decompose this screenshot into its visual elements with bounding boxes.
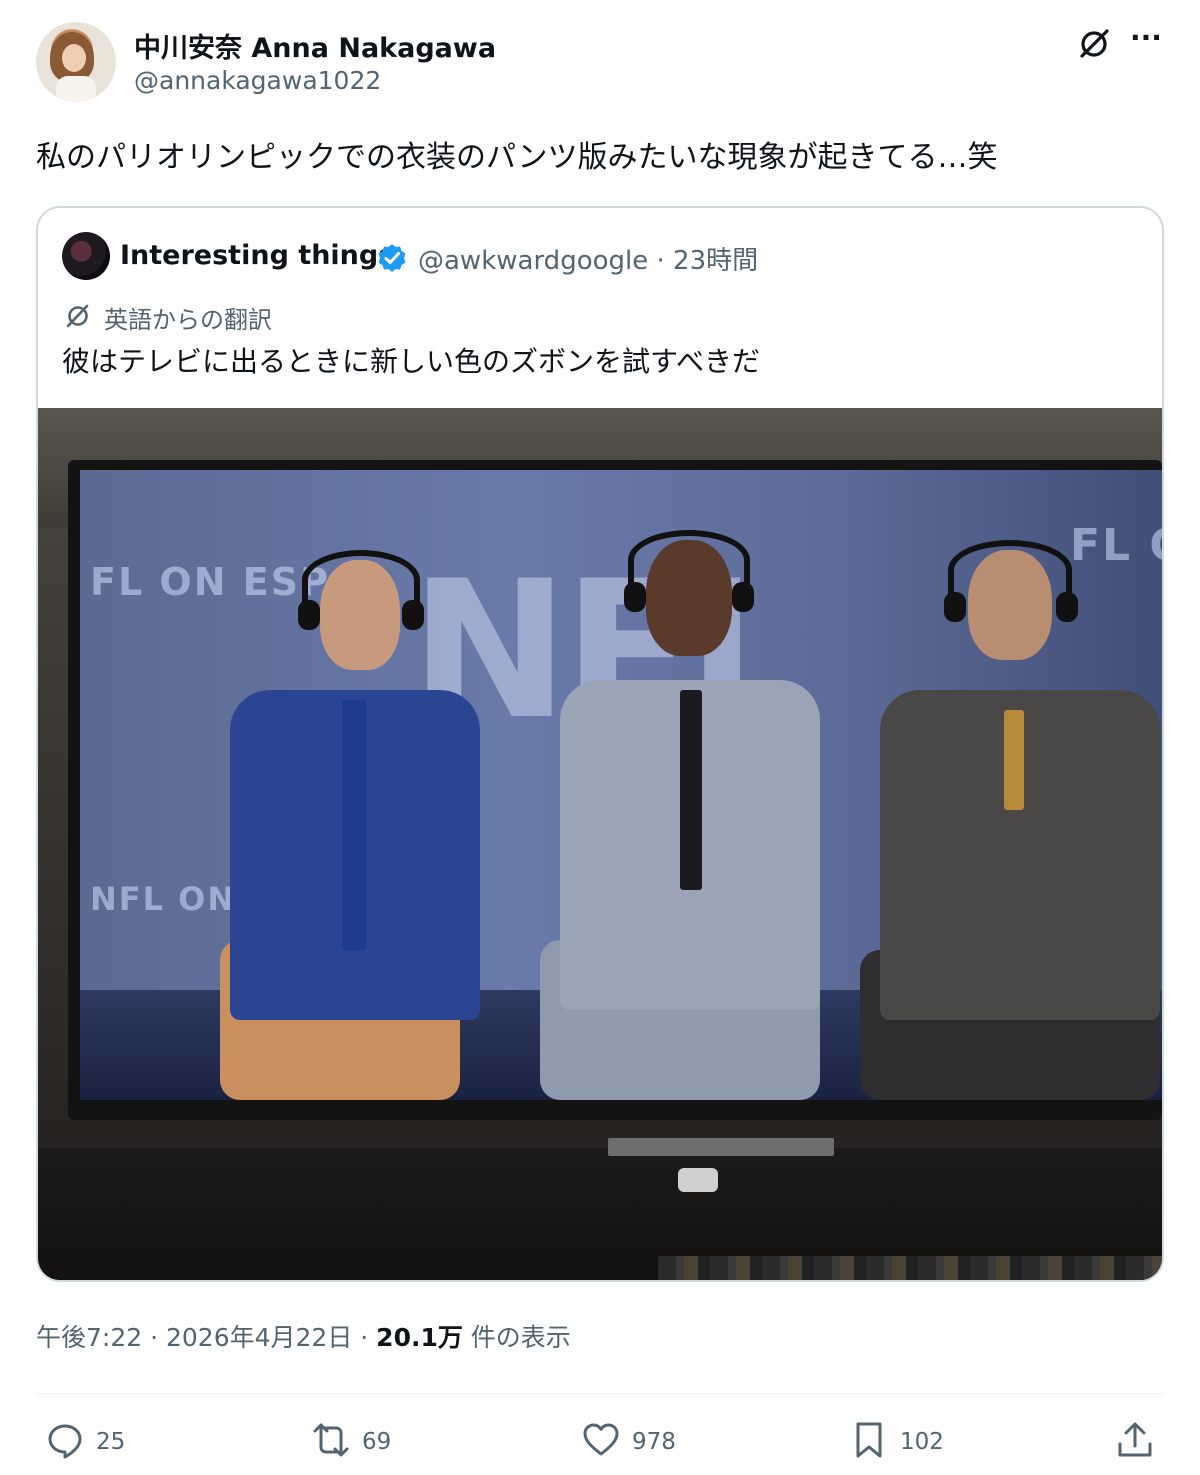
tweet-header: 中川安奈 Anna Nakagawa @annakagawa1022 ··· bbox=[36, 22, 1164, 106]
share-icon bbox=[1118, 1422, 1152, 1457]
repost-button[interactable]: 69 bbox=[312, 1421, 422, 1461]
heart-icon bbox=[583, 1423, 619, 1456]
author-avatar[interactable] bbox=[36, 22, 116, 102]
screen-text: FL ON ESP bbox=[90, 560, 330, 604]
reply-button[interactable]: 25 bbox=[46, 1421, 156, 1461]
like-count: 978 bbox=[632, 1429, 676, 1455]
tweet-media-photo[interactable]: NFL FL ON ESP FL O NFL ON bbox=[38, 408, 1162, 1280]
bookmark-icon bbox=[856, 1422, 882, 1458]
more-options-icon[interactable]: ··· bbox=[1128, 24, 1164, 58]
translate-icon bbox=[66, 304, 89, 328]
tweet-meta: 午後7:22 · 2026年4月22日 · 20.1万 件の表示 bbox=[36, 1318, 571, 1354]
quoted-avatar[interactable] bbox=[62, 232, 110, 280]
screen-text: NFL ON bbox=[90, 880, 237, 918]
grok-icon[interactable] bbox=[1076, 26, 1112, 62]
screen-text: FL O bbox=[1070, 520, 1162, 571]
tv-stand bbox=[608, 1138, 834, 1156]
bookshelf bbox=[658, 1256, 1162, 1280]
tweet-timestamp[interactable]: 午後7:22 · 2026年4月22日 · bbox=[36, 1323, 376, 1352]
tv-screen: NFL FL ON ESP FL O NFL ON bbox=[80, 470, 1162, 1100]
divider bbox=[36, 1393, 1164, 1394]
reply-count: 25 bbox=[96, 1429, 126, 1455]
quoted-handle-time[interactable]: @awkwardgoogle · 23時間 bbox=[418, 240, 758, 277]
views-label: 件の表示 bbox=[462, 1323, 571, 1352]
translation-label: 英語からの翻訳 bbox=[104, 306, 272, 334]
tweet-text: 私のパリオリンピックでの衣装のパンツ版みたいな現象が起きてる…笑 bbox=[36, 140, 998, 175]
view-count: 20.1万 bbox=[376, 1323, 463, 1352]
bookmark-count: 102 bbox=[900, 1429, 944, 1455]
share-button[interactable] bbox=[1116, 1421, 1156, 1461]
like-button[interactable]: 978 bbox=[582, 1421, 712, 1461]
verified-badge-icon bbox=[378, 244, 406, 272]
bookmark-button[interactable]: 102 bbox=[850, 1421, 980, 1461]
action-bar: 25 69 978 102 bbox=[36, 1415, 1164, 1469]
repost-icon bbox=[313, 1423, 349, 1457]
quoted-text: 彼はテレビに出るときに新しい色のズボンを試すべきだ bbox=[62, 345, 761, 378]
author-handle[interactable]: @annakagawa1022 bbox=[134, 66, 381, 95]
reply-icon bbox=[48, 1424, 82, 1459]
quoted-tweet[interactable]: Interesting things @awkwardgoogle · 23時間… bbox=[36, 206, 1164, 1282]
author-name[interactable]: 中川安奈 Anna Nakagawa bbox=[134, 26, 496, 65]
quoted-author-name[interactable]: Interesting things bbox=[120, 240, 394, 271]
repost-count: 69 bbox=[362, 1429, 392, 1455]
